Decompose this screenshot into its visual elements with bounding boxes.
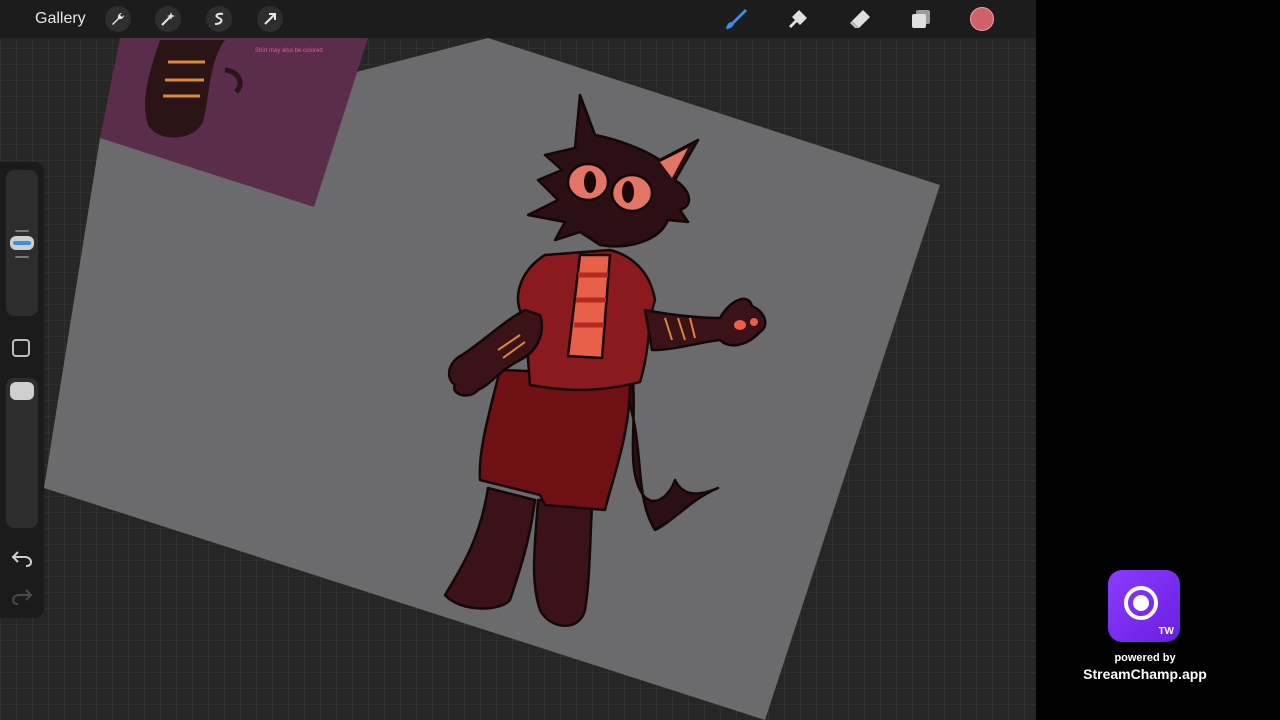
drawing-canvas[interactable]: Shirt may also be colored <box>0 0 1036 720</box>
adjustments-button[interactable] <box>155 6 181 32</box>
opacity-slider[interactable] <box>6 378 38 528</box>
modify-button[interactable] <box>12 339 30 357</box>
gallery-button[interactable]: Gallery <box>35 10 86 28</box>
actions-button[interactable] <box>105 6 131 32</box>
eraser-icon[interactable] <box>848 7 872 31</box>
selection-icon <box>214 12 224 25</box>
wrench-icon <box>112 12 125 25</box>
transform-button[interactable] <box>257 6 283 32</box>
opacity-handle[interactable] <box>10 382 34 400</box>
streamchamp-overlay: TW powered by StreamChamp.app <box>1080 570 1210 690</box>
tw-badge: TW <box>1158 626 1174 637</box>
brush-icon[interactable] <box>724 7 748 31</box>
slider-tick <box>15 230 29 232</box>
slider-tick <box>15 256 29 258</box>
left-sidebar <box>0 162 44 618</box>
selection-button[interactable] <box>206 6 232 32</box>
powered-by-text: powered by <box>1114 652 1176 664</box>
color-picker-button[interactable] <box>970 7 994 31</box>
reference-note: Shirt may also be colored <box>255 48 323 54</box>
redo-icon[interactable] <box>10 586 34 606</box>
procreate-app: Shirt may also be colored Gallery <box>0 0 1036 720</box>
streamchamp-logo-icon: TW <box>1108 570 1180 642</box>
brand-text: StreamChamp.app <box>1083 666 1207 682</box>
smudge-icon[interactable] <box>786 7 810 31</box>
brush-size-handle[interactable] <box>10 236 34 250</box>
layers-icon[interactable] <box>909 7 933 31</box>
top-toolbar: Gallery <box>0 0 1036 38</box>
transform-arrow-icon <box>264 13 276 25</box>
undo-icon[interactable] <box>10 548 34 568</box>
magic-wand-icon <box>161 12 175 26</box>
brush-size-slider[interactable] <box>6 170 38 316</box>
